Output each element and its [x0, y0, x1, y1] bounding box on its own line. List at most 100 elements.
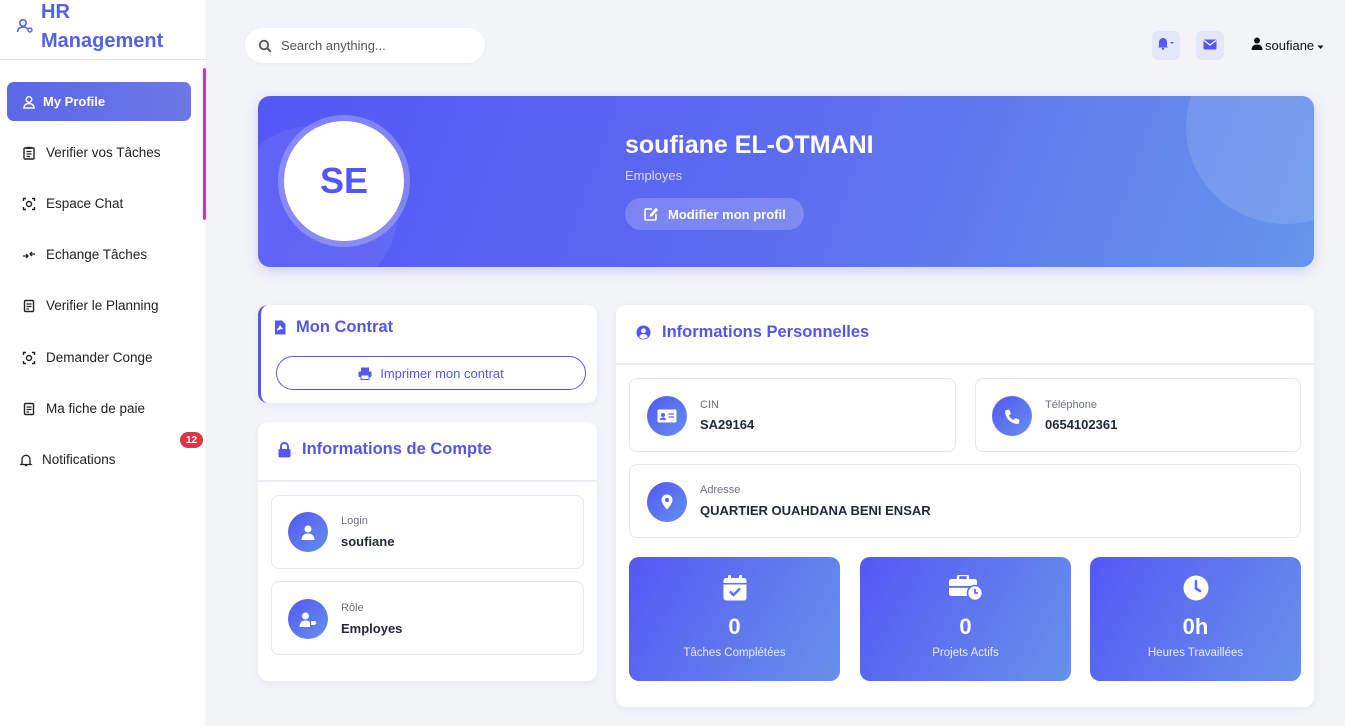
brand[interactable]: HR Management [0, 0, 207, 60]
contract-card: Mon Contrat Imprimer mon contrat [258, 305, 597, 403]
sidebar-item-echange-taches[interactable]: Echange Tâches [7, 235, 191, 274]
print-contract-button[interactable]: Imprimer mon contrat [276, 356, 586, 390]
role-info: Rôle Employes [271, 581, 584, 655]
profile-role: Employes [625, 168, 683, 183]
stat-caption: Heures Travaillées [1147, 647, 1244, 659]
user-circle-icon [636, 325, 651, 340]
stat-value: 0 [959, 614, 972, 639]
sidebar-item-label: Ma fiche de paie [46, 401, 146, 416]
calendar-icon [19, 296, 39, 316]
calendar-check-icon [629, 575, 840, 601]
id-card-icon [647, 396, 687, 436]
contract-title: Mon Contrat [274, 318, 393, 337]
pdf-file-icon [274, 320, 286, 335]
user-tag-icon [288, 599, 328, 639]
sidebar-item-label: My Profile [43, 94, 106, 109]
sidebar-item-verifier-taches[interactable]: Verifier vos Tâches [7, 133, 191, 172]
sidebar-scrollbar[interactable] [203, 68, 206, 220]
lock-icon [278, 441, 291, 458]
map-marker-icon [647, 482, 687, 522]
account-card: Informations de Compte Login soufiane Rô… [258, 422, 597, 681]
exchange-icon [19, 245, 39, 265]
cin-value: SA29164 [700, 417, 755, 432]
role-label: Rôle [341, 602, 364, 614]
sidebar-item-label: Verifier le Planning [46, 298, 159, 313]
sidebar-item-label: Echange Tâches [46, 247, 148, 262]
stat-caption: Projets Actifs [932, 647, 999, 659]
personal-title-text: Informations Personnelles [662, 323, 870, 341]
clock-icon [1090, 575, 1301, 601]
phone-value: 0654102361 [1045, 417, 1118, 432]
sidebar-item-verifier-planning[interactable]: Verifier le Planning [7, 286, 191, 325]
stat-active-projects: 0 Projets Actifs [860, 557, 1071, 681]
sidebar-item-my-profile[interactable]: My Profile [7, 82, 191, 121]
role-value: Employes [341, 621, 403, 636]
sidebar-item-label: Espace Chat [46, 196, 124, 211]
user-icon [288, 512, 328, 552]
sidebar: HR Management My Profile Verifier vos Tâ… [0, 0, 207, 726]
brand-line-1: HR [41, 1, 70, 23]
sidebar-item-label: Demander Conge [46, 350, 153, 365]
stat-value: 0h [1182, 614, 1209, 639]
edit-icon [644, 207, 659, 221]
edit-profile-button[interactable]: Modifier mon profil [625, 198, 804, 230]
stat-tasks-completed: 0 Tâches Complétées [629, 557, 840, 681]
envelope-icon [1203, 37, 1217, 55]
decorative-circle [1186, 96, 1314, 224]
user-menu[interactable]: soufiane [1251, 37, 1324, 53]
notifications-dropdown-button[interactable] [1152, 31, 1180, 60]
brand-title: HR Management [41, 0, 163, 56]
printer-icon [358, 367, 372, 380]
briefcase-clock-icon [860, 575, 1071, 601]
user-icon [19, 92, 39, 112]
contract-title-text: Mon Contrat [296, 318, 394, 336]
sidebar-item-label: Verifier vos Tâches [46, 145, 161, 160]
caret-down-icon [1317, 38, 1324, 53]
divider [616, 363, 1314, 365]
bell-icon [16, 450, 36, 470]
search-icon [258, 39, 272, 53]
phone-label: Téléphone [1045, 399, 1097, 411]
chat-icon [19, 194, 39, 214]
stat-hours-worked: 0h Heures Travaillées [1090, 557, 1301, 681]
search-input[interactable] [281, 38, 471, 53]
account-title-text: Informations de Compte [302, 440, 492, 458]
cin-info: CIN SA29164 [629, 378, 956, 452]
divider [258, 480, 597, 482]
cin-label: CIN [700, 399, 719, 411]
messages-button[interactable] [1196, 31, 1224, 60]
address-label: Adresse [700, 484, 741, 496]
user-icon [1251, 37, 1263, 53]
username-label: soufiane [1265, 37, 1315, 53]
phone-icon [992, 396, 1032, 436]
notifications-badge: 12 [180, 432, 203, 448]
payslip-icon [19, 399, 39, 419]
bell-icon [1157, 36, 1175, 55]
address-info: Adresse QUARTIER OUAHDANA BENI ENSAR [629, 464, 1301, 538]
clipboard-icon [19, 143, 39, 163]
edit-profile-label: Modifier mon profil [668, 206, 786, 222]
stat-caption: Tâches Complétées [683, 647, 786, 659]
sidebar-item-demander-conge[interactable]: Demander Conge [7, 338, 191, 377]
profile-name: soufiane EL-OTMANI [625, 131, 874, 159]
brand-line-2: Management [41, 30, 164, 52]
sidebar-item-fiche-paie[interactable]: Ma fiche de paie [7, 389, 191, 428]
login-label: Login [341, 515, 368, 527]
personal-title: Informations Personnelles [636, 323, 869, 342]
users-cog-icon [16, 17, 34, 35]
sidebar-item-notifications[interactable]: Notifications [7, 440, 191, 479]
stat-value: 0 [728, 614, 741, 639]
login-info: Login soufiane [271, 495, 584, 569]
print-contract-label: Imprimer mon contrat [380, 365, 504, 381]
profile-banner: SE soufiane EL-OTMANI Employes Modifier … [258, 96, 1314, 267]
personal-info-card: Informations Personnelles CIN SA29164 Té… [616, 305, 1314, 707]
phone-info: Téléphone 0654102361 [975, 378, 1301, 452]
search-bar[interactable] [245, 28, 485, 63]
sidebar-item-label: Notifications [42, 452, 116, 467]
leave-icon [19, 348, 39, 368]
login-value: soufiane [341, 534, 395, 549]
address-value: QUARTIER OUAHDANA BENI ENSAR [700, 503, 931, 518]
account-title: Informations de Compte [278, 440, 492, 459]
avatar: SE [284, 121, 404, 241]
sidebar-item-espace-chat[interactable]: Espace Chat [7, 184, 191, 223]
